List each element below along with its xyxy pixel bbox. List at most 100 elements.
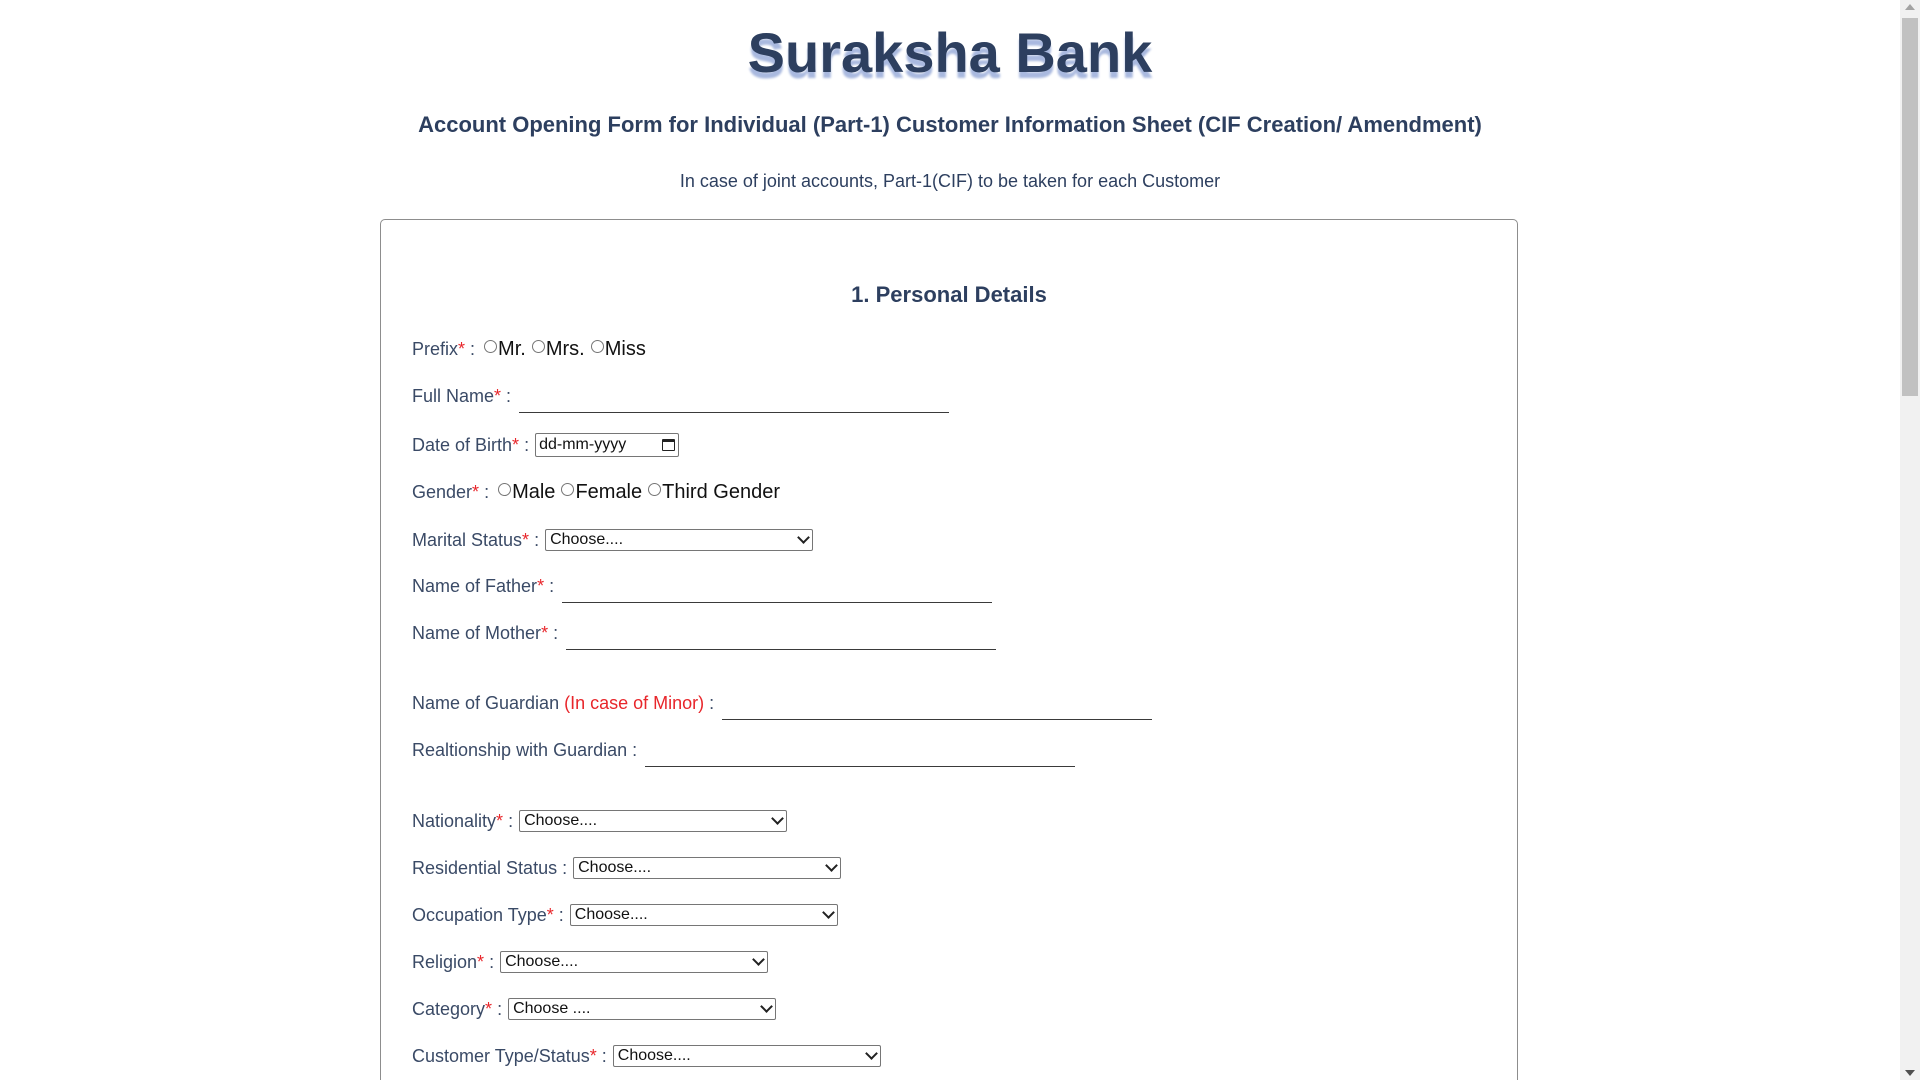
marital-status-select[interactable]: Choose....	[545, 529, 814, 551]
full-name-label: Full Name	[412, 386, 495, 406]
separator: :	[524, 434, 530, 455]
scroll-down-icon[interactable]	[1905, 1070, 1915, 1076]
category-row: Category * : Choose ....	[412, 998, 777, 1020]
prefix-row: Prefix * : Mr. Mrs. Miss	[412, 338, 649, 361]
required-mark: *	[485, 998, 493, 1019]
gender-female-radio[interactable]	[561, 483, 575, 496]
required-mark: *	[477, 951, 485, 972]
guardian-relationship-label: Realtionship with Guardian	[412, 740, 628, 760]
section-title: 1. Personal Details	[851, 282, 1047, 307]
chevron-down-icon	[825, 858, 838, 872]
father-name-row: Name of Father * :	[412, 574, 993, 603]
marital-status-value: Choose....	[550, 531, 624, 548]
required-mark: *	[472, 482, 480, 502]
separator: :	[709, 693, 715, 713]
father-name-input[interactable]	[562, 578, 993, 603]
category-value: Choose ....	[513, 1000, 591, 1017]
religion-select[interactable]: Choose....	[500, 951, 769, 973]
separator: :	[506, 386, 512, 406]
occupation-type-row: Occupation Type * : Choose....	[412, 904, 838, 926]
residential-status-value: Choose....	[578, 859, 652, 876]
customer-type-value: Choose....	[617, 1047, 691, 1064]
residential-status-row: Residential Status : Choose....	[412, 857, 842, 879]
nationality-select[interactable]: Choose....	[519, 810, 788, 832]
prefix-mr-label[interactable]: Mr.	[498, 338, 526, 361]
prefix-mr-radio[interactable]	[484, 340, 498, 353]
dob-placeholder: dd-mm-yyyy	[539, 436, 627, 453]
nationality-label: Nationality	[412, 810, 497, 831]
form-subtitle: In case of joint accounts, Part-1(CIF) t…	[679, 171, 1221, 191]
religion-value: Choose....	[505, 953, 579, 970]
guardian-relationship-input[interactable]	[645, 742, 1076, 767]
occupation-type-label: Occupation Type	[412, 904, 547, 925]
religion-row: Religion * : Choose....	[412, 951, 769, 973]
gender-female-label[interactable]: Female	[575, 481, 642, 504]
prefix-mrs-radio[interactable]	[531, 340, 545, 353]
full-name-input[interactable]	[519, 388, 950, 413]
guardian-name-input[interactable]	[722, 695, 1153, 720]
customer-type-label: Customer Type/Status	[412, 1045, 590, 1066]
scrollbar-thumb[interactable]	[1902, 18, 1918, 396]
father-name-label: Name of Father	[412, 576, 538, 596]
guardian-relationship-row: Realtionship with Guardian :	[412, 738, 1076, 767]
residential-status-select[interactable]: Choose....	[573, 857, 842, 879]
chevron-down-icon	[821, 905, 835, 919]
gender-male-radio[interactable]	[498, 483, 512, 496]
category-label: Category	[412, 998, 486, 1019]
marital-status-label: Marital Status	[412, 529, 523, 550]
mother-name-input[interactable]	[566, 625, 997, 650]
required-mark: *	[541, 623, 549, 643]
chevron-down-icon	[752, 952, 765, 966]
page: Suraksha Bank Account Opening Form for I…	[0, 0, 1920, 1080]
occupation-type-value: Choose....	[574, 906, 648, 923]
separator: :	[601, 1045, 607, 1066]
gender-third-label[interactable]: Third Gender	[662, 481, 780, 504]
nationality-value: Choose....	[524, 812, 598, 829]
prefix-label: Prefix	[412, 339, 459, 359]
separator: :	[553, 623, 559, 643]
guardian-name-row: Name of Guardian (In case of Minor) :	[412, 691, 1153, 720]
gender-male-label[interactable]: Male	[512, 481, 555, 504]
required-mark: *	[537, 576, 545, 596]
dob-row: Date of Birth * : dd-mm-yyyy	[412, 433, 680, 457]
occupation-type-select[interactable]: Choose....	[569, 904, 838, 926]
chevron-down-icon	[760, 999, 773, 1013]
separator: :	[632, 740, 638, 760]
religion-label: Religion	[412, 951, 478, 972]
separator: :	[508, 810, 514, 831]
mother-name-row: Name of Mother * :	[412, 621, 997, 650]
separator: :	[562, 857, 568, 878]
prefix-miss-label[interactable]: Miss	[605, 338, 646, 361]
chevron-down-icon	[797, 530, 810, 544]
nationality-row: Nationality * : Choose....	[412, 810, 788, 832]
gender-third-radio[interactable]	[648, 483, 662, 496]
required-mark: *	[458, 339, 466, 359]
gender-label: Gender	[412, 482, 473, 502]
scroll-up-icon[interactable]	[1905, 4, 1915, 10]
separator: :	[534, 529, 540, 550]
customer-type-row: Customer Type/Status * : Choose....	[412, 1045, 881, 1067]
required-mark: *	[496, 810, 504, 831]
required-mark: *	[522, 529, 530, 550]
required-mark: *	[589, 1045, 597, 1066]
dob-input[interactable]: dd-mm-yyyy	[535, 433, 680, 457]
form-title: Account Opening Form for Individual (Par…	[418, 112, 1482, 137]
required-mark: *	[512, 434, 520, 455]
separator: :	[558, 904, 564, 925]
required-mark: *	[546, 904, 554, 925]
chevron-down-icon	[864, 1046, 878, 1060]
separator: :	[484, 482, 490, 502]
dob-label: Date of Birth	[412, 434, 513, 455]
separator: :	[549, 576, 555, 596]
category-select[interactable]: Choose ....	[508, 998, 777, 1020]
chevron-down-icon	[771, 811, 784, 825]
separator: :	[489, 951, 495, 972]
prefix-mrs-label[interactable]: Mrs.	[546, 338, 585, 361]
prefix-miss-radio[interactable]	[590, 340, 604, 353]
separator: :	[497, 998, 503, 1019]
mother-name-label: Name of Mother	[412, 623, 542, 643]
vertical-scrollbar[interactable]	[1900, 0, 1920, 1080]
calendar-icon[interactable]	[662, 439, 676, 451]
required-mark: *	[494, 386, 502, 406]
customer-type-select[interactable]: Choose....	[612, 1045, 881, 1067]
